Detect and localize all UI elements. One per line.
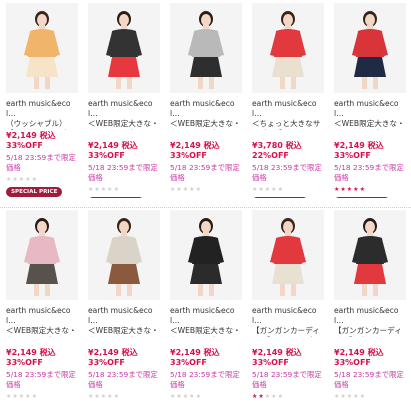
discount-label: 33%OFF (6, 358, 43, 367)
limited-price-note: 5/18 23:59まで限定 価格 (170, 370, 240, 389)
limited-price-note: 5/18 23:59まで限定 価格 (6, 153, 76, 172)
star-icon: ★ (113, 393, 120, 400)
discount-label: 33%OFF (334, 151, 371, 160)
product-image[interactable] (334, 3, 406, 93)
product-card[interactable]: earth music&ecol… 【ガンガンカーディ ガン】ギンガムチェ ット… (334, 210, 406, 405)
rating-stars: ★★★★★ (334, 186, 366, 194)
star-icon: ★ (195, 186, 202, 193)
star-icon: ★ (31, 393, 38, 400)
star-icon: ★ (277, 186, 284, 193)
discount-label: 22%OFF (252, 151, 289, 160)
product-image[interactable] (170, 3, 242, 93)
star-icon: ★ (31, 176, 38, 183)
rating-stars: ★★★★★ (6, 176, 38, 184)
product-card[interactable]: earth music&ecol… （ウッシャブル） 【ガンガンカーディガ…¥2… (6, 3, 78, 198)
row-divider (0, 207, 411, 209)
star-icon: ★ (113, 186, 120, 193)
product-card[interactable]: earth music&ecol… ＜WEB限定大きな・ 小さなサイズ＞ 【ガ…… (88, 3, 160, 198)
product-price: ¥2,149 税込 (334, 141, 384, 150)
limited-price-note: 5/18 23:59まで限定 価格 (170, 163, 240, 182)
product-price: ¥3,780 税込 (252, 141, 302, 150)
product-price: ¥2,149 税込 (6, 131, 56, 140)
product-price: ¥2,149 税込 (88, 141, 138, 150)
discount-label: 33%OFF (334, 358, 371, 367)
discount-label: 33%OFF (88, 358, 125, 367)
discount-label: 33%OFF (170, 151, 207, 160)
limited-price-note: 5/18 23:59まで限定 価格 (6, 370, 76, 389)
product-title[interactable]: earth music&ecol… ＜WEB限定大きな・ 小さなサイズ＞ 【ガ… (6, 306, 78, 337)
discount-label: 33%OFF (88, 151, 125, 160)
rating-stars: ★★★★★ (88, 186, 120, 194)
discount-label: 33%OFF (6, 141, 43, 150)
product-image[interactable] (88, 3, 160, 93)
product-image[interactable] (170, 210, 242, 300)
product-price: ¥2,149 税込 (170, 141, 220, 150)
special-price-badge: SPECIAL PRICE (252, 197, 309, 198)
star-icon: ★ (277, 393, 284, 400)
product-title[interactable]: earth music&ecol… 【ガンガンカーディ ガン】ギンガムチェ ット (334, 306, 406, 337)
product-title[interactable]: earth music&ecol… ＜WEB限定大きな・ 小さなサイズ＞ 【ガ… (88, 306, 160, 337)
rating-stars: ★★★★★ (252, 186, 284, 194)
product-card[interactable]: earth music&ecol… ＜WEB限定大きな・ 小さなサイズ＞ 【ガ…… (88, 210, 160, 405)
special-price-badge: SPECIAL PRICE (6, 187, 63, 197)
product-image[interactable] (334, 210, 406, 300)
product-card[interactable]: earth music&ecol… ＜WEB限定大きな・ 小さなサイズ＞ 【ガ…… (170, 3, 242, 198)
product-title[interactable]: earth music&ecol… ＜WEB限定大きな・ 小さなサイズ＞ 【ガ… (170, 99, 242, 130)
special-price-badge: SPECIAL PRICE (88, 197, 145, 198)
product-title[interactable]: earth music&ecol… ＜WEB限定大きな・ 小さなサイズ＞ 【ガ… (88, 99, 160, 130)
product-price: ¥2,149 税込 (88, 348, 138, 357)
discount-label: 33%OFF (170, 358, 207, 367)
product-card[interactable]: earth music&ecol… ＜ちょっと大きなサ イズ＞【ガンガンカー デ… (252, 3, 324, 198)
product-title[interactable]: earth music&ecol… （ウッシャブル） 【ガンガンカーディガ… (6, 99, 78, 130)
product-title[interactable]: earth music&ecol… 【ガンガンカーディ ガン】カラフルパレ ット (252, 306, 324, 337)
product-card[interactable]: earth music&ecol… 【ガンガンカーディ ガン】カラフルパレ ット… (252, 210, 324, 405)
star-icon: ★ (359, 393, 366, 400)
rating-stars: ★★★★★ (170, 186, 202, 194)
star-icon: ★ (359, 186, 366, 193)
product-card[interactable]: earth music&ecol… ＜WEB限定大きな・ 小さなサイズ＞ 【ガ…… (6, 210, 78, 405)
product-card[interactable]: earth music&ecol… ＜WEB限定大きな・ 小さなサイズ＞ 【ガ…… (170, 210, 242, 405)
product-title[interactable]: earth music&ecol… ＜WEB限定大きな・ 小さなサイズ＞ 【ガ… (170, 306, 242, 337)
product-title[interactable]: earth music&ecol… ＜WEB限定大きな・ 小さなサイズ＞ 【ガ… (334, 99, 406, 130)
product-price: ¥2,149 税込 (252, 348, 302, 357)
product-title[interactable]: earth music&ecol… ＜ちょっと大きなサ イズ＞【ガンガンカー デ… (252, 99, 324, 130)
product-image[interactable] (88, 210, 160, 300)
limited-price-note: 5/18 23:59まで限定 価格 (334, 163, 404, 182)
product-price: ¥2,149 税込 (6, 348, 56, 357)
star-icon: ★ (195, 393, 202, 400)
product-image[interactable] (252, 3, 324, 93)
limited-price-note: 5/18 23:59まで限定 価格 (334, 370, 404, 389)
product-price: ¥2,149 税込 (334, 348, 384, 357)
limited-price-note: 5/18 23:59まで限定 価格 (88, 163, 158, 182)
product-grid: earth music&ecol… （ウッシャブル） 【ガンガンカーディガ…¥2… (0, 0, 411, 400)
product-price: ¥2,149 税込 (170, 348, 220, 357)
special-price-badge: SPECIAL PRICE (334, 197, 391, 198)
limited-price-note: 5/18 23:59まで限定 価格 (88, 370, 158, 389)
limited-price-note: 5/18 23:59まで限定 価格 (252, 370, 322, 389)
product-image[interactable] (252, 210, 324, 300)
product-card[interactable]: earth music&ecol… ＜WEB限定大きな・ 小さなサイズ＞ 【ガ…… (334, 3, 406, 198)
product-image[interactable] (6, 210, 78, 300)
discount-label: 33%OFF (252, 358, 289, 367)
product-image[interactable] (6, 3, 78, 93)
limited-price-note: 5/18 23:59まで限定 価格 (252, 163, 322, 182)
